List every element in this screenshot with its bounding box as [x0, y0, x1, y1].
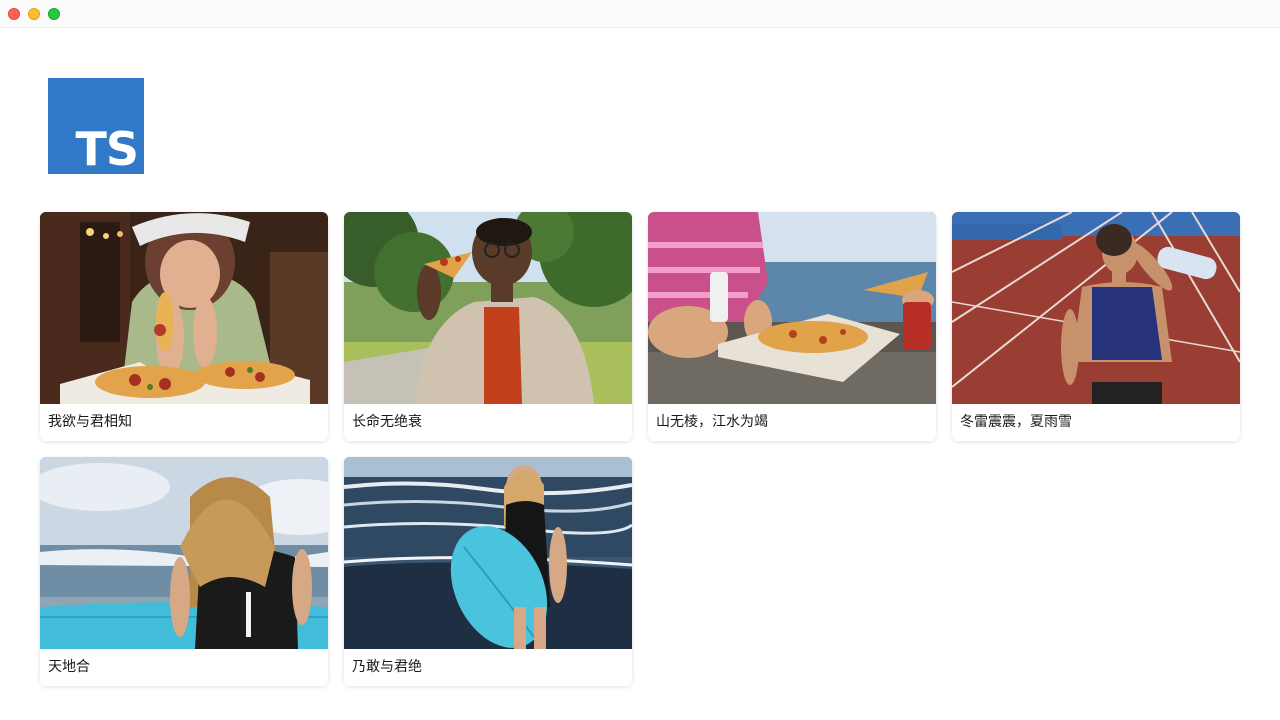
- typescript-logo: TS: [48, 78, 144, 174]
- card-photo-athlete-track: [952, 212, 1240, 404]
- card-caption: 乃敢与君绝: [352, 659, 422, 675]
- card-caption: 长命无绝衰: [352, 414, 422, 430]
- card-photo-surfer-smiling: [344, 457, 632, 649]
- card-photo-pizza-restaurant: [40, 212, 328, 404]
- card-photo-man-eating-pizza: [344, 212, 632, 404]
- card-photo-woman-surfboard-back: [40, 457, 328, 649]
- image-card[interactable]: 我欲与君相知: [40, 212, 328, 441]
- close-icon[interactable]: [8, 8, 20, 20]
- card-caption: 我欲与君相知: [48, 414, 132, 430]
- app-window: TS 我欲与君相知 长命无绝衰 山无棱，江水为竭 冬雷震震，夏雨雪 天地合 乃敢…: [0, 0, 1280, 720]
- title-bar: [0, 0, 1280, 28]
- image-card[interactable]: 长命无绝衰: [344, 212, 632, 441]
- image-card[interactable]: 乃敢与君绝: [344, 457, 632, 686]
- minimize-icon[interactable]: [28, 8, 40, 20]
- image-card[interactable]: 冬雷震震，夏雨雪: [952, 212, 1240, 441]
- logo-text: TS: [75, 122, 139, 176]
- card-caption: 天地合: [48, 659, 90, 675]
- card-caption: 冬雷震震，夏雨雪: [960, 414, 1072, 430]
- image-card[interactable]: 天地合: [40, 457, 328, 686]
- image-card[interactable]: 山无棱，江水为竭: [648, 212, 936, 441]
- card-caption: 山无棱，江水为竭: [656, 414, 768, 430]
- image-card-grid: 我欲与君相知 长命无绝衰 山无棱，江水为竭 冬雷震震，夏雨雪 天地合 乃敢与君绝: [40, 212, 1240, 686]
- maximize-icon[interactable]: [48, 8, 60, 20]
- card-photo-seaside-pizza: [648, 212, 936, 404]
